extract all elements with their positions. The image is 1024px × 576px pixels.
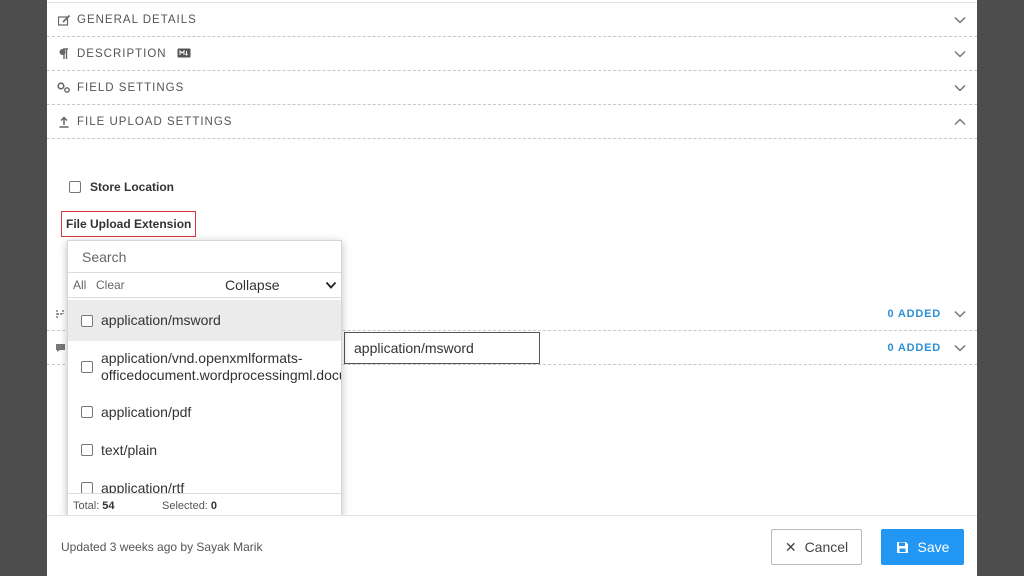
option-label: application/msword: [101, 312, 221, 328]
upload-icon: [57, 115, 71, 129]
dropdown-footer: Total: 54 Selected: 0: [68, 493, 341, 516]
chevron-down-icon[interactable]: [953, 13, 967, 27]
section-file-upload-settings[interactable]: FILE UPLOAD SETTINGS: [47, 105, 977, 139]
option-checkbox[interactable]: [81, 361, 93, 373]
option-checkbox[interactable]: [81, 482, 93, 493]
chevron-down-icon[interactable]: [325, 279, 337, 291]
paragraph-icon: [57, 47, 71, 61]
list-item[interactable]: text/plain: [68, 431, 341, 469]
collapse-toggle[interactable]: Collapse: [225, 277, 279, 293]
cancel-label: Cancel: [804, 539, 849, 555]
cogs-icon: [57, 81, 71, 95]
store-location-row[interactable]: Store Location: [69, 180, 174, 194]
store-location-label: Store Location: [90, 180, 175, 194]
extension-dropdown[interactable]: Search All Clear Collapse application/ms…: [67, 240, 342, 517]
close-icon: ✕: [784, 538, 797, 555]
save-label: Save: [917, 539, 950, 555]
section-description[interactable]: DESCRIPTION: [47, 37, 977, 71]
clear-link[interactable]: Clear: [96, 278, 125, 292]
option-label: application/pdf: [101, 403, 192, 420]
dropdown-search-input[interactable]: Search: [68, 241, 341, 273]
file-upload-extension-label: File Upload Extension: [61, 211, 197, 237]
dropdown-controls: All Clear Collapse: [68, 273, 341, 298]
section-title: FIELD SETTINGS: [77, 81, 185, 94]
dropdown-options-list[interactable]: application/msword application/vnd.openx…: [68, 300, 341, 494]
total-count: Total: 54: [73, 500, 115, 512]
chevron-down-icon[interactable]: [953, 81, 967, 95]
section-title: DESCRIPTION: [77, 47, 167, 60]
selected-count: Selected: 0: [162, 500, 217, 512]
added-count: 0 ADDED: [887, 308, 941, 320]
option-checkbox[interactable]: [81, 406, 93, 418]
option-label-line1: application/vnd.openxmlformats-: [101, 350, 303, 366]
updated-info: Updated 3 weeks ago by Sayak Marik: [61, 540, 263, 554]
select-all-link[interactable]: All: [73, 278, 86, 292]
chevron-down-icon[interactable]: [953, 341, 967, 355]
option-label: application/rtf: [101, 479, 185, 494]
floppy-disk-icon: [896, 541, 908, 553]
chat-icon: [56, 344, 65, 352]
option-checkbox[interactable]: [81, 314, 93, 327]
save-button[interactable]: Save: [881, 529, 964, 565]
edit-field-panel: GENERAL DETAILS DESCRIPTION FIELD SETTIN…: [47, 0, 977, 576]
list-item[interactable]: application/pdf: [68, 393, 341, 431]
section-title: GENERAL DETAILS: [77, 13, 197, 26]
chevron-down-icon[interactable]: [953, 307, 967, 321]
option-label: text/plain: [101, 441, 158, 458]
total-value: 54: [102, 500, 115, 512]
store-location-checkbox[interactable]: [69, 181, 81, 193]
option-tooltip: application/msword: [344, 332, 540, 364]
section-field-settings[interactable]: FIELD SETTINGS: [47, 71, 977, 105]
selected-label: Selected:: [162, 500, 208, 512]
option-label: application/vnd.openxmlformats- officedo…: [101, 350, 341, 384]
selected-value: 0: [210, 500, 217, 512]
list-item[interactable]: application/vnd.openxmlformats- officedo…: [68, 341, 341, 393]
edit-icon: [57, 13, 71, 27]
total-label: Total:: [73, 500, 100, 512]
chevron-up-icon[interactable]: [953, 115, 967, 129]
panel-footer: Updated 3 weeks ago by Sayak Marik ✕ Can…: [47, 515, 977, 576]
list-item[interactable]: application/msword: [68, 300, 341, 341]
option-checkbox[interactable]: [81, 444, 93, 456]
added-count: 0 ADDED: [887, 342, 941, 354]
chevron-down-icon[interactable]: [953, 47, 967, 61]
markdown-badge-icon: [177, 45, 191, 63]
section-general-details[interactable]: GENERAL DETAILS: [47, 3, 977, 37]
list-item[interactable]: application/rtf: [68, 469, 341, 494]
search-placeholder: Search: [82, 248, 127, 265]
branch-icon: [56, 310, 64, 318]
section-title: FILE UPLOAD SETTINGS: [77, 115, 233, 128]
option-label-line2: officedocument.wordprocessingml.document: [101, 367, 341, 383]
cancel-button[interactable]: ✕ Cancel: [771, 529, 862, 565]
